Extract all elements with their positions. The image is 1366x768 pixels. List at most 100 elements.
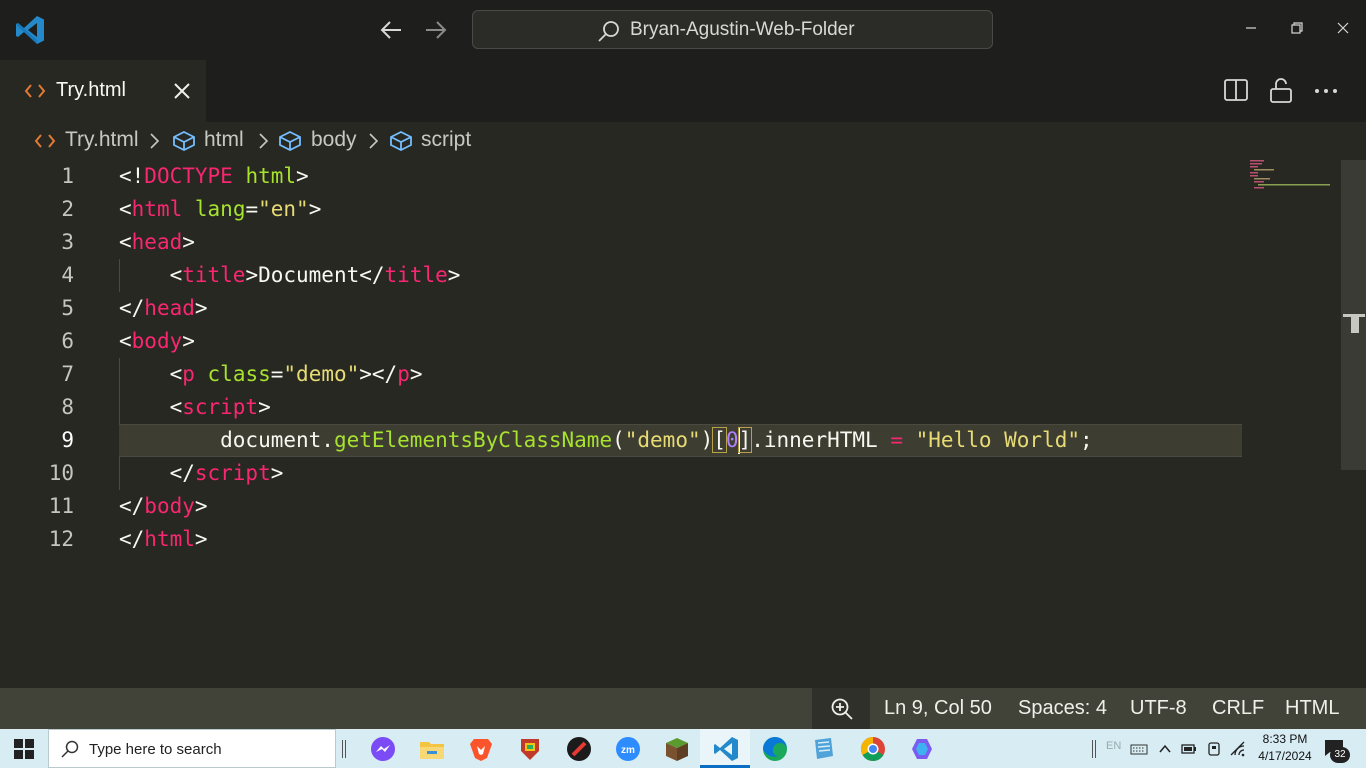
code-token: html [144,527,195,551]
code-editor[interactable]: 1 <!DOCTYPE html> 2 <html lang="en"> 3 <head>… [0,160,1366,688]
eol-setting[interactable]: CRLF [1212,697,1264,720]
app-shield-icon[interactable] [515,734,545,764]
taskbar-search-box[interactable]: Type here to search [48,729,336,768]
chevron-up-icon[interactable] [1156,740,1174,758]
command-center-search[interactable]: Bryan-Agustin-Web-Folder [472,10,993,49]
zoom-icon[interactable]: zm [613,734,643,764]
code-line[interactable]: 11 </body> [0,490,1250,523]
vscode-logo-icon[interactable] [14,14,46,46]
code-token: p [182,362,195,386]
code-line[interactable]: 12 </html> [0,523,1250,556]
code-token: > [447,263,461,287]
code-token: > [194,296,208,320]
code-line[interactable]: 9 document.getElementsByClassName("demo"… [0,424,1250,457]
taskbar-divider [342,740,343,758]
wifi-icon[interactable] [1229,740,1247,758]
chevron-right-icon [369,133,379,149]
code-token: </ [119,494,145,518]
forward-arrow-icon[interactable] [420,14,452,46]
encoding-setting[interactable]: UTF-8 [1130,697,1187,720]
restore-icon[interactable] [1283,14,1311,42]
line-number: 6 [61,329,74,353]
file-explorer-icon[interactable] [417,734,447,764]
language-indicator[interactable]: EN [1106,740,1121,752]
code-line[interactable]: 6 <body> [0,325,1250,358]
indentation-setting[interactable]: Spaces: 4 [1018,697,1107,720]
windows-taskbar: Type here to search zm EN 8:33 PM 4/17/2… [0,729,1366,768]
code-token: > [182,329,195,353]
split-editor-icon[interactable] [1222,76,1250,104]
code-line[interactable]: 8 <script> [0,391,1250,424]
code-line[interactable]: 10 </script> [0,457,1250,490]
html-file-icon [34,134,56,148]
minimap[interactable] [1246,160,1336,190]
brave-icon[interactable] [466,734,496,764]
code-token: body [144,494,195,518]
code-line[interactable]: 7 <p class="demo"></p> [0,358,1250,391]
code-token: "en" [258,197,309,221]
code-token: > [194,494,208,518]
code-token: ; [1080,428,1093,452]
zoom-button[interactable] [812,688,870,729]
windows-start-icon[interactable] [14,739,34,759]
app-red-icon[interactable] [564,734,594,764]
line-number: 11 [48,494,74,518]
code-line[interactable]: 5 </head> [0,292,1250,325]
code-token: p [397,362,410,386]
symbol-cube-icon [173,130,195,152]
code-text: </script> [119,457,284,490]
code-line[interactable]: 3 <head> [0,226,1250,259]
language-mode[interactable]: HTML [1285,697,1339,720]
notification-count-badge: 32 [1330,747,1350,763]
line-number: 4 [61,263,74,287]
breadcrumb-label: Try.html [65,128,139,151]
cursor-position[interactable]: Ln 9, Col 50 [884,697,992,720]
tab-label: Try.html [56,79,126,101]
device-icon[interactable] [1205,740,1223,758]
edge-icon[interactable] [760,734,790,764]
messenger-icon[interactable] [368,734,398,764]
code-text: document.getElementsByClassName("demo")[… [119,424,1093,457]
line-number: 7 [61,362,74,386]
battery-icon[interactable] [1180,740,1198,758]
line-number: 10 [48,461,74,485]
notepad-icon[interactable] [809,734,839,764]
minimize-icon[interactable] [1237,14,1265,42]
code-token: ] [737,427,753,453]
system-clock[interactable]: 8:33 PM 4/17/2024 [1254,731,1316,765]
scroll-thumb[interactable] [1351,317,1359,333]
code-line[interactable]: 2 <html lang="en"> [0,193,1250,226]
minecraft-icon[interactable] [662,734,692,764]
line-number: 5 [61,296,74,320]
workspace-name: Bryan-Agustin-Web-Folder [630,19,855,40]
line-number: 12 [48,527,74,551]
code-token: body [131,329,183,353]
code-token: html [131,197,183,221]
code-text: <p class="demo"></p> [119,358,423,391]
vscode-icon[interactable] [711,734,741,764]
breadcrumb-label: html [204,128,244,151]
code-line[interactable]: 4 <title>Document</title> [0,259,1250,292]
code-token: title [384,263,448,287]
code-line[interactable]: 1 <!DOCTYPE html> [0,160,1250,193]
tab-try-html[interactable]: Try.html [0,60,206,122]
close-tab-icon[interactable] [170,79,194,103]
copilot-icon[interactable] [907,734,937,764]
close-window-icon[interactable] [1329,14,1357,42]
code-token: > [258,395,271,419]
more-actions-icon[interactable] [1312,76,1340,104]
unlock-icon[interactable] [1267,76,1295,104]
code-text: <!DOCTYPE html> [119,160,309,193]
code-token: DOCTYPE [144,164,233,188]
keyboard-icon[interactable] [1130,740,1148,758]
code-text: </head> [119,292,208,325]
chrome-icon[interactable] [858,734,888,764]
code-token: </ [119,296,145,320]
code-token: getElementsByClassName [333,428,613,452]
code-token: script [194,461,271,485]
code-token: > [409,362,423,386]
code-text: <title>Document</title> [119,259,461,292]
code-token: "Hello World" [915,428,1080,452]
back-arrow-icon[interactable] [375,14,407,46]
